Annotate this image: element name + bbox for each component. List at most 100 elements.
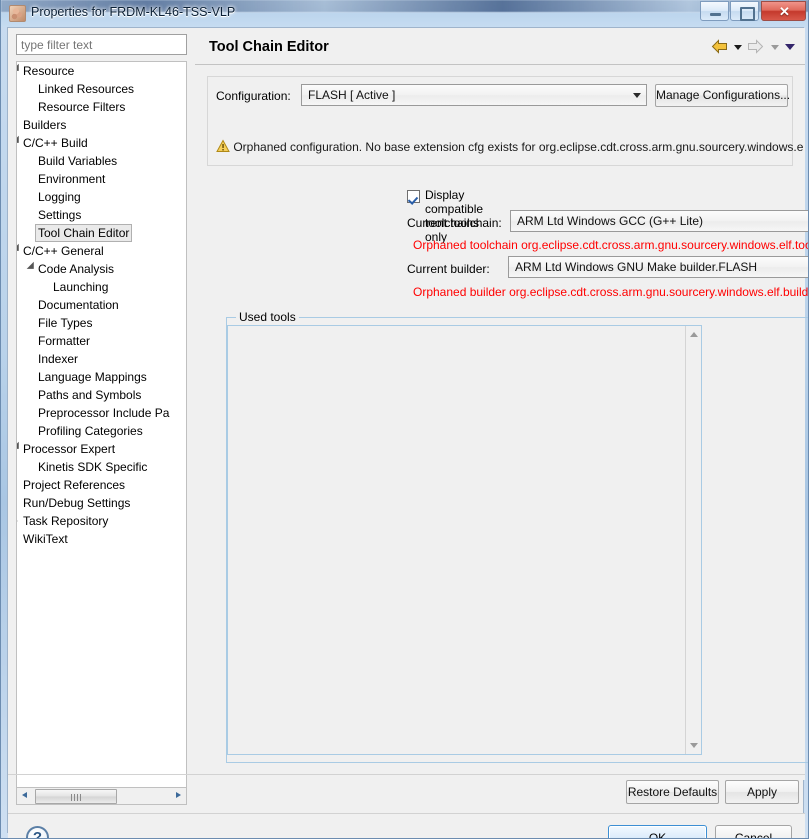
sidebar-item-label: Kinetis SDK Specific (38, 460, 148, 474)
sidebar-item-processor-expert[interactable]: Processor Expert (17, 440, 186, 458)
sidebar-item-task-repository[interactable]: Task Repository (17, 512, 186, 530)
sidebar-item-tool-chain-editor[interactable]: Tool Chain Editor (17, 224, 186, 242)
scroll-down-arrow-icon[interactable] (686, 737, 701, 753)
sidebar-item-formatter[interactable]: Formatter (17, 332, 186, 350)
footer-separator (8, 774, 805, 775)
configuration-combobox[interactable]: FLASH [ Active ] (301, 84, 647, 106)
twisty-expanded-icon[interactable] (24, 260, 38, 278)
sidebar-item-label: Formatter (38, 334, 91, 348)
sidebar-item-language-mappings[interactable]: Language Mappings (17, 368, 186, 386)
twisty-collapsed-icon[interactable] (17, 512, 23, 530)
restore-defaults-button[interactable]: Restore Defaults (626, 780, 719, 804)
sidebar-item-label: Build Variables (38, 154, 118, 168)
tool-chain-editor-page: Tool Chain Editor Configuration: FLASH [… (195, 28, 808, 780)
sidebar-item-preprocessor-include-pa[interactable]: Preprocessor Include Pa (17, 404, 186, 422)
filter-input[interactable] (16, 34, 187, 55)
sidebar-item-launching[interactable]: Launching (17, 278, 186, 296)
used-tools-legend: Used tools (236, 310, 299, 324)
sidebar-item-label: Preprocessor Include Pa (38, 406, 170, 420)
sidebar-item-paths-and-symbols[interactable]: Paths and Symbols (17, 386, 186, 404)
help-icon[interactable]: ? (26, 826, 49, 838)
sidebar-item-label: Indexer (38, 352, 79, 366)
sidebar-item-c-c-build[interactable]: C/C++ Build (17, 134, 186, 152)
sidebar-item-build-variables[interactable]: Build Variables (17, 152, 186, 170)
forward-history-chevron-down-icon (768, 39, 781, 54)
scroll-up-arrow-icon[interactable] (686, 327, 701, 343)
orphaned-configuration-warning: Orphaned configuration. No base extensio… (216, 139, 808, 155)
maximize-button[interactable] (730, 1, 759, 21)
close-button[interactable] (761, 1, 807, 22)
sidebar-item-label: Logging (38, 190, 81, 204)
back-history-chevron-down-icon[interactable] (731, 39, 744, 54)
sidebar-item-label: Documentation (38, 298, 119, 312)
sidebar-item-label: Builders (23, 118, 67, 132)
used-tools-vertical-scrollbar[interactable] (685, 326, 701, 754)
sidebar-item-builders[interactable]: Builders (17, 116, 186, 134)
configuration-group: Configuration: FLASH [ Active ] Manage C… (207, 76, 803, 166)
orphaned-configuration-warning-text: Orphaned configuration. No base extensio… (233, 140, 804, 154)
twisty-expanded-icon[interactable] (17, 62, 23, 80)
sidebar-item-indexer[interactable]: Indexer (17, 350, 186, 368)
scroll-thumb[interactable] (35, 789, 117, 804)
sidebar-item-label: C/C++ General (23, 244, 104, 258)
sidebar-item-resource-filters[interactable]: Resource Filters (17, 98, 186, 116)
scroll-left-arrow-icon[interactable] (18, 788, 33, 803)
page-title: Tool Chain Editor (209, 39, 329, 55)
display-compatible-toolchains-checkbox[interactable] (407, 190, 420, 203)
tree-horizontal-scrollbar[interactable] (16, 788, 187, 805)
current-builder-value: ARM Ltd Windows GNU Make builder.FLASH (515, 260, 758, 274)
sidebar-item-settings[interactable]: Settings (17, 206, 186, 224)
sidebar-item-logging[interactable]: Logging (17, 188, 186, 206)
sidebar-item-profiling-categories[interactable]: Profiling Categories (17, 422, 186, 440)
ok-button[interactable]: OK (608, 825, 707, 838)
forward-arrow-icon (747, 39, 764, 55)
sidebar-item-run-debug-settings[interactable]: Run/Debug Settings (17, 494, 186, 512)
configuration-value: FLASH [ Active ] (308, 88, 396, 102)
cancel-button[interactable]: Cancel (715, 825, 792, 838)
current-builder-label: Current builder: (407, 262, 490, 276)
page-navigation-toolbar (711, 39, 797, 59)
warning-icon (216, 139, 230, 153)
sidebar-item-label: Run/Debug Settings (23, 496, 131, 510)
current-toolchain-value: ARM Ltd Windows GCC (G++ Lite) (517, 214, 704, 228)
scroll-right-arrow-icon[interactable] (170, 788, 185, 803)
properties-dialog-window: Properties for FRDM-KL46-TSS-VLP Resourc… (0, 0, 809, 839)
sidebar-item-file-types[interactable]: File Types (17, 314, 186, 332)
settings-tree-panel: Resource Linked Resources Resource Filters… (8, 28, 195, 805)
current-toolchain-combobox[interactable]: ARM Ltd Windows GCC (G++ Lite) (510, 210, 808, 232)
sidebar-item-project-references[interactable]: Project References (17, 476, 186, 494)
sidebar-item-label: Environment (38, 172, 106, 186)
back-arrow-icon[interactable] (711, 39, 728, 55)
sidebar-item-label: Settings (38, 208, 82, 222)
sidebar-item-environment[interactable]: Environment (17, 170, 186, 188)
manage-configurations-button[interactable]: Manage Configurations... (655, 84, 790, 107)
current-builder-combobox[interactable]: ARM Ltd Windows GNU Make builder.FLASH (508, 256, 808, 278)
sidebar-item-code-analysis[interactable]: Code Analysis (17, 260, 186, 278)
sidebar-item-label: C/C++ Build (23, 136, 88, 150)
sidebar-item-wikitext[interactable]: WikiText (17, 530, 186, 548)
sidebar-item-label: Task Repository (23, 514, 109, 528)
minimize-button[interactable] (700, 1, 729, 21)
sidebar-item-kinetis-sdk-specific[interactable]: Kinetis SDK Specific (17, 458, 186, 476)
sidebar-item-label: Linked Resources (38, 82, 135, 96)
view-menu-chevron-down-icon[interactable] (784, 39, 797, 54)
twisty-expanded-icon[interactable] (17, 134, 23, 152)
title-separator (195, 64, 805, 65)
used-tools-list[interactable] (227, 325, 702, 755)
apply-button[interactable]: Apply (725, 780, 799, 804)
configuration-label: Configuration: (216, 89, 291, 103)
chevron-down-icon[interactable] (628, 85, 646, 105)
project-icon (9, 5, 26, 22)
sidebar-item-c-c-general[interactable]: C/C++ General (17, 242, 186, 260)
twisty-expanded-icon[interactable] (17, 440, 23, 458)
sidebar-item-label: File Types (38, 316, 93, 330)
sidebar-item-linked-resources[interactable]: Linked Resources (17, 80, 186, 98)
sidebar-item-label: Project References (23, 478, 126, 492)
twisty-expanded-icon[interactable] (17, 242, 23, 260)
settings-tree[interactable]: Resource Linked Resources Resource Filters… (16, 61, 187, 788)
sidebar-item-documentation[interactable]: Documentation (17, 296, 186, 314)
sidebar-item-label: Code Analysis (38, 262, 115, 276)
sidebar-item-label: Tool Chain Editor (35, 224, 133, 242)
title-bar: Properties for FRDM-KL46-TSS-VLP (1, 0, 808, 27)
sidebar-item-resource[interactable]: Resource (17, 62, 186, 80)
